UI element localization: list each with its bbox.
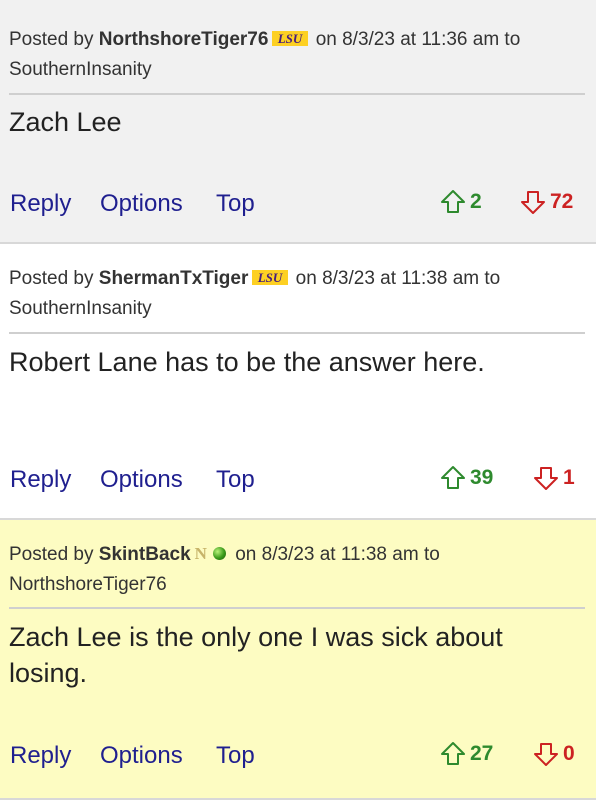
options-button[interactable]: Options [100,736,183,776]
upvote-button[interactable]: 2 [440,184,482,220]
upvote-count: 2 [470,190,482,213]
thumb-up-arrow-icon [441,742,465,765]
author-link[interactable]: NorthshoreTiger76 [99,29,269,50]
post-actions: Reply Options Top 27 0 [0,736,596,776]
upvote-button[interactable]: 27 [440,736,493,772]
downvote-count: 1 [563,466,575,489]
post-1: Posted by NorthshoreTiger76 LSU on 8/3/2… [0,0,596,244]
lsu-badge-text: LSU [257,270,283,285]
thumb-down-arrow-icon [534,467,558,490]
online-status-icon [212,546,226,560]
downvote-button[interactable]: 1 [533,460,575,496]
thumb-down-arrow-icon [534,743,558,766]
downvote-count: 72 [550,190,574,213]
downvote-button[interactable]: 72 [520,184,573,220]
downvote-count: 0 [563,742,575,765]
options-button[interactable]: Options [100,184,183,224]
top-button[interactable]: Top [216,460,255,500]
top-button[interactable]: Top [216,736,255,776]
reply-button[interactable]: Reply [10,184,71,224]
post-divider [9,93,585,95]
post-divider [9,607,585,609]
author-link[interactable]: SkintBack [99,544,191,565]
thumb-up-arrow-icon [441,466,465,489]
downvote-button[interactable]: 0 [533,736,575,772]
reply-button[interactable]: Reply [10,460,71,500]
posted-by-label: Posted by [9,544,94,565]
post-date: on 8/3/23 at 11:38 am to [295,268,501,289]
post-body: Zach Lee is the only one I was sick abou… [9,622,503,688]
posted-by-label: Posted by [9,268,94,289]
post-3: Posted by SkintBack N on 8/3/23 at 11:38 … [0,520,596,800]
n-badge-icon: N [194,543,207,563]
upvote-count: 27 [470,742,494,765]
lsu-badge-text: LSU [277,31,303,46]
post-meta: Posted by NorthshoreTiger76 LSU on 8/3/2… [9,25,584,85]
author-link[interactable]: ShermanTxTiger [99,268,249,289]
top-button[interactable]: Top [216,184,255,224]
reply-button[interactable]: Reply [10,736,71,776]
post-actions: Reply Options Top 39 1 [0,460,596,500]
lsu-badge-icon: LSU [252,269,289,285]
post-meta: Posted by SkintBack N on 8/3/23 at 11:38 … [9,540,584,600]
post-body: Zach Lee [9,107,122,137]
reply-to-link[interactable]: SouthernInsanity [9,298,152,319]
post-date: on 8/3/23 at 11:36 am to [315,29,521,50]
upvote-count: 39 [470,466,494,489]
lsu-badge-icon: LSU [272,30,309,46]
post-body: Robert Lane has to be the answer here. [9,347,485,377]
posted-by-label: Posted by [9,29,94,50]
post-divider [9,332,585,334]
reply-to-link[interactable]: SouthernInsanity [9,59,152,80]
thumb-down-arrow-icon [521,191,545,214]
post-meta: Posted by ShermanTxTiger LSU on 8/3/23 a… [9,264,584,324]
reply-to-link[interactable]: NorthshoreTiger76 [9,574,167,595]
upvote-button[interactable]: 39 [440,460,493,496]
post-2: Posted by ShermanTxTiger LSU on 8/3/23 a… [0,244,596,520]
options-button[interactable]: Options [100,460,183,500]
post-actions: Reply Options Top 2 72 [0,184,596,224]
thumb-up-arrow-icon [441,190,465,213]
post-date: on 8/3/23 at 11:38 am to [235,544,440,565]
